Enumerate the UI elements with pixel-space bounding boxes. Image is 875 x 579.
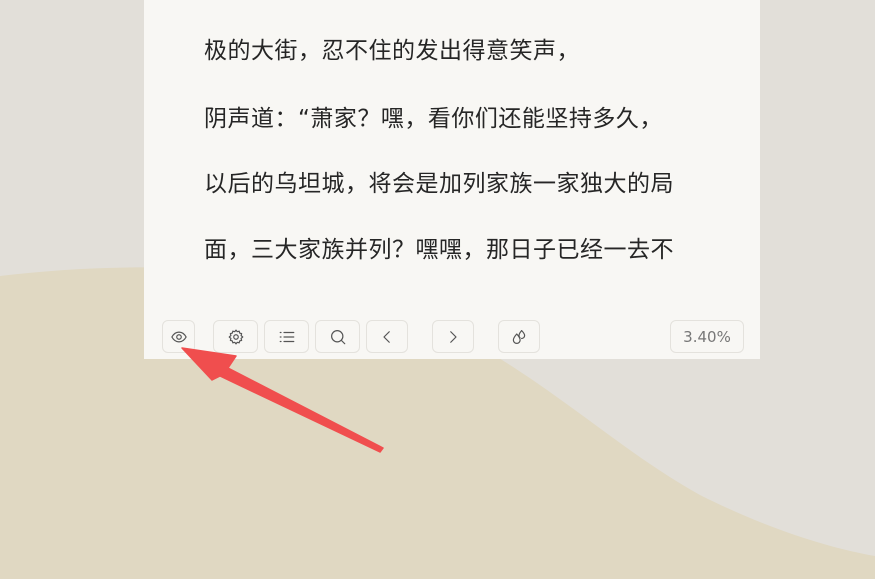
toc-button[interactable] [264,320,309,353]
gear-icon [228,329,243,344]
search-icon [330,329,345,344]
reader-panel: 极的大街，忍不住的发出得意笑声， 阴声道：“萧家？嘿，看你们还能坚持多久， 以后… [144,0,760,359]
list-icon [279,331,294,342]
theme-button[interactable] [498,320,540,353]
app-window: 极的大街，忍不住的发出得意笑声， 阴声道：“萧家？嘿，看你们还能坚持多久， 以后… [0,0,875,579]
settings-button[interactable] [213,320,258,353]
chevron-right-icon [450,330,457,343]
reader-toolbar: 3.40% [144,320,760,354]
text-line: 阴声道：“萧家？嘿，看你们还能坚持多久， [204,106,663,132]
eye-button[interactable] [162,320,195,353]
text-line: 面，三大家族并列？嘿嘿，那日子已经一去不 [204,237,674,263]
search-button[interactable] [315,320,360,353]
chevron-left-icon [383,330,390,343]
text-line: 以后的乌坦城，将会是加列家族一家独大的局 [204,171,674,197]
prev-page-button[interactable] [366,320,408,353]
next-page-button[interactable] [432,320,474,353]
droplets-icon [512,329,526,344]
text-line: 极的大街，忍不住的发出得意笑声， [204,38,580,64]
eye-icon [170,331,187,342]
progress-badge: 3.40% [670,320,744,353]
